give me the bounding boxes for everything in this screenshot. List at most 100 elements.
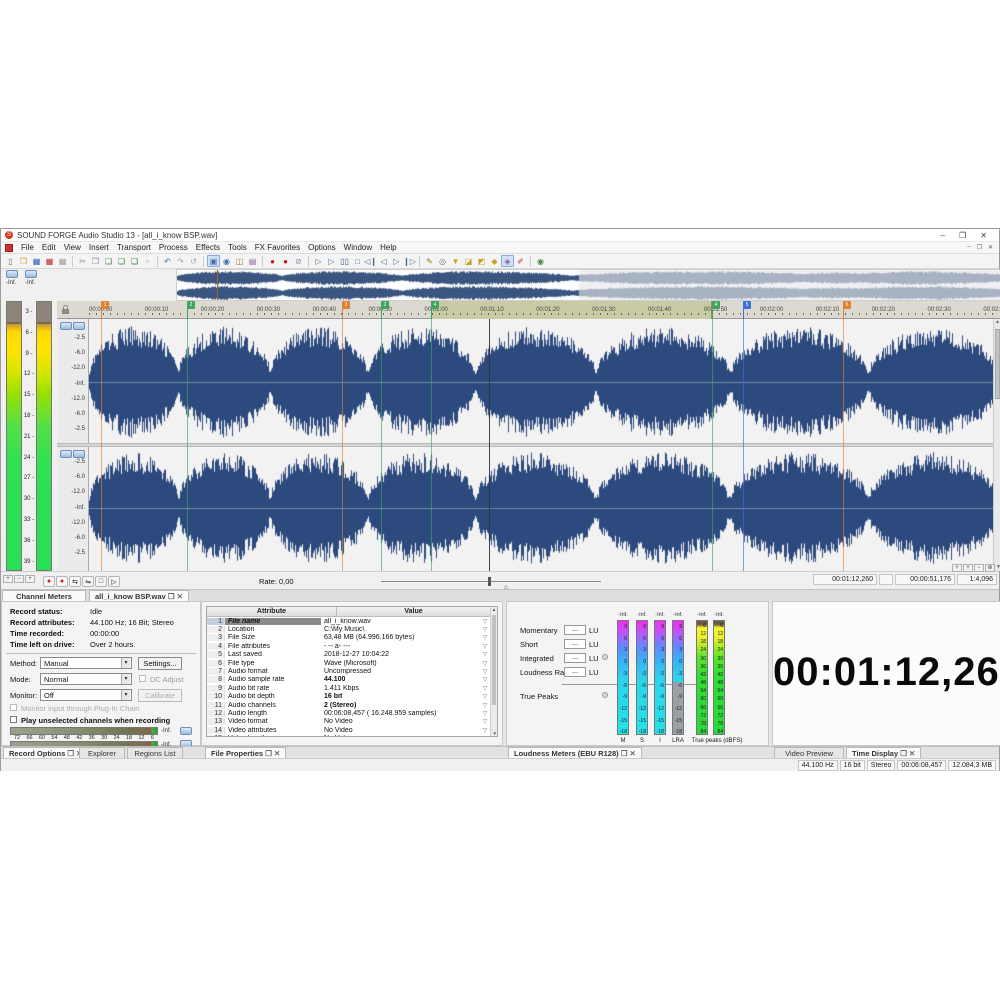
settings-button[interactable]: Settings... <box>138 657 182 670</box>
marker-flag-2[interactable]: 2 <box>381 301 389 309</box>
marker-flag-6[interactable]: 6 <box>843 301 851 309</box>
table-row[interactable]: 9Audio bit rate1.411 Kbps▽ <box>207 684 490 692</box>
table-row[interactable]: 5Last saved2018-12-27 10:04:22▽ <box>207 651 490 659</box>
mdi-close-button[interactable]: ✕ <box>988 244 993 251</box>
channel-1-buttons[interactable] <box>60 322 85 330</box>
table-row[interactable]: 11Audio channels2 (Stereo)▽ <box>207 701 490 709</box>
menu-edit[interactable]: Edit <box>38 243 60 252</box>
channel-meter-right-bar[interactable] <box>36 301 52 571</box>
selection-box[interactable] <box>879 574 893 585</box>
go-to-start-icon[interactable]: ◁❙ <box>364 255 377 267</box>
table-header[interactable]: Attribute Value <box>207 607 490 617</box>
play-all-icon[interactable]: ▷ <box>312 255 325 267</box>
menu-file[interactable]: File <box>17 243 38 252</box>
overview-strip[interactable] <box>176 269 1000 301</box>
stop-button[interactable]: □ <box>95 576 107 587</box>
play-from-start-button[interactable]: ⇋ <box>82 576 94 587</box>
record-meter-left-button[interactable] <box>180 727 192 735</box>
undo-icon[interactable]: ↶ <box>161 255 174 267</box>
channel-splitter[interactable] <box>57 443 993 447</box>
copy-icon[interactable]: ❐ <box>89 255 102 267</box>
stop-icon[interactable]: □ <box>351 255 364 267</box>
table-row[interactable]: 12Audio length00:06:08,457 ( 16.248.959 … <box>207 709 490 717</box>
paste-icon[interactable]: ❏ <box>102 255 115 267</box>
zoom-selection-button[interactable]: + <box>25 575 35 583</box>
auto-region-icon[interactable]: ◩ <box>475 255 488 267</box>
ruler-lock-icon[interactable] <box>61 305 81 317</box>
channel-meter-left-bar[interactable] <box>6 301 22 571</box>
marker-flag-2[interactable]: 2 <box>187 301 195 309</box>
insert-region-icon[interactable]: ◪ <box>462 255 475 267</box>
rate-slider-thumb[interactable] <box>488 577 491 586</box>
record-remote-button[interactable]: ● <box>56 576 68 587</box>
rewind-icon[interactable]: ◁ <box>377 255 390 267</box>
row-dropdown-icon[interactable]: ▽ <box>480 676 490 683</box>
plugin-chain-checkbox[interactable] <box>10 704 17 711</box>
meter-left-minimize-button[interactable] <box>6 270 18 278</box>
table-row[interactable]: 4File attributes- -- a- ---▽ <box>207 642 490 650</box>
loop-playback-icon[interactable]: ⊘ <box>292 255 305 267</box>
zoom-normal-button[interactable]: − <box>974 564 984 572</box>
crossfade-tool-icon[interactable]: ◉ <box>534 255 547 267</box>
selection-box[interactable]: 1:4,096 <box>957 574 997 585</box>
table-row[interactable]: 10Audio bit depth16 bit▽ <box>207 693 490 701</box>
method-select[interactable]: Manual▾ <box>40 657 132 669</box>
redo-icon[interactable]: ↷ <box>174 255 187 267</box>
marker-flag-5[interactable]: 5 <box>743 301 751 309</box>
monitor-select[interactable]: Off▾ <box>40 689 132 701</box>
vertical-scrollbar[interactable]: ▲▼ <box>993 319 1000 571</box>
zoom-out-vertical-button[interactable]: + <box>952 564 962 572</box>
row-dropdown-icon[interactable]: ▽ <box>480 660 490 667</box>
zoom-in-time-button[interactable]: + <box>3 575 13 583</box>
play-button[interactable]: ▷ <box>108 576 120 587</box>
go-to-end-icon[interactable]: ❙▷ <box>403 255 416 267</box>
magnify-tool-icon[interactable]: ◎ <box>436 255 449 267</box>
marker-flag-3[interactable]: 3 <box>342 301 350 309</box>
table-scrollbar[interactable]: ▲▼ <box>490 607 497 736</box>
menu-tools[interactable]: Tools <box>224 243 251 252</box>
rate-slider-track[interactable] <box>381 581 601 582</box>
menu-window[interactable]: Window <box>340 243 376 252</box>
capture-icon[interactable]: ▤ <box>246 255 259 267</box>
zoom-out-time-button[interactable]: − <box>14 575 24 583</box>
edit-tool-icon[interactable]: ✎ <box>423 255 436 267</box>
save-all-icon[interactable]: ▦ <box>56 255 69 267</box>
table-row[interactable]: 13Video formatNo Video▽ <box>207 718 490 726</box>
marker-flag-1[interactable]: 1 <box>101 301 109 309</box>
scrollbar-thumb[interactable] <box>995 329 1000 399</box>
document-tab-float-icon[interactable]: ❐ <box>168 592 175 601</box>
dc-adjust-checkbox[interactable] <box>139 675 146 682</box>
minimize-button[interactable]: – <box>941 231 945 240</box>
table-row[interactable]: 14Video attributesNo Video▽ <box>207 726 490 734</box>
table-row[interactable]: 7Audio formatUncompressed▽ <box>207 667 490 675</box>
zoom-in-vertical-button[interactable]: + <box>963 564 973 572</box>
forward-icon[interactable]: ▷ <box>390 255 403 267</box>
record-button[interactable]: ● <box>43 576 55 587</box>
marker-flag-4[interactable]: 4 <box>431 301 439 309</box>
row-dropdown-icon[interactable]: ▽ <box>480 718 490 725</box>
cut-icon[interactable]: ✂ <box>76 255 89 267</box>
mdi-restore-button[interactable]: ❐ <box>977 244 982 251</box>
row-dropdown-icon[interactable]: ▽ <box>480 693 490 700</box>
row-dropdown-icon[interactable]: ▽ <box>480 618 490 625</box>
playback-cursor[interactable] <box>489 319 490 571</box>
menu-effects[interactable]: Effects <box>192 243 224 252</box>
time-ruler[interactable]: 00:00:0000:00:1000:00:2000:00:3000:00:40… <box>57 301 1000 319</box>
loop-playback-button[interactable]: ⇆ <box>69 576 81 587</box>
document-tab-close-icon[interactable]: ✕ <box>177 592 183 601</box>
insert-marker-icon[interactable]: ▼ <box>449 255 462 267</box>
table-row[interactable]: 15Video lengthNo Video▽ <box>207 735 490 737</box>
save-as-icon[interactable]: ▦ <box>43 255 56 267</box>
plugin-chain-icon[interactable]: ▣ <box>207 255 220 267</box>
row-dropdown-icon[interactable]: ▽ <box>480 634 490 641</box>
row-dropdown-icon[interactable]: ▽ <box>480 626 490 633</box>
row-dropdown-icon[interactable]: ▽ <box>480 735 490 737</box>
row-dropdown-icon[interactable]: ▽ <box>480 710 490 717</box>
envelope-tool-icon[interactable]: ◆ <box>488 255 501 267</box>
menu-help[interactable]: Help <box>376 243 400 252</box>
trim-icon[interactable]: ▫ <box>141 255 154 267</box>
pause-icon[interactable]: ▯▯ <box>338 255 351 267</box>
overview-waveform-canvas[interactable] <box>177 270 1000 300</box>
calibrate-button[interactable]: Calibrate <box>138 689 182 702</box>
mix-icon[interactable]: ❏ <box>128 255 141 267</box>
